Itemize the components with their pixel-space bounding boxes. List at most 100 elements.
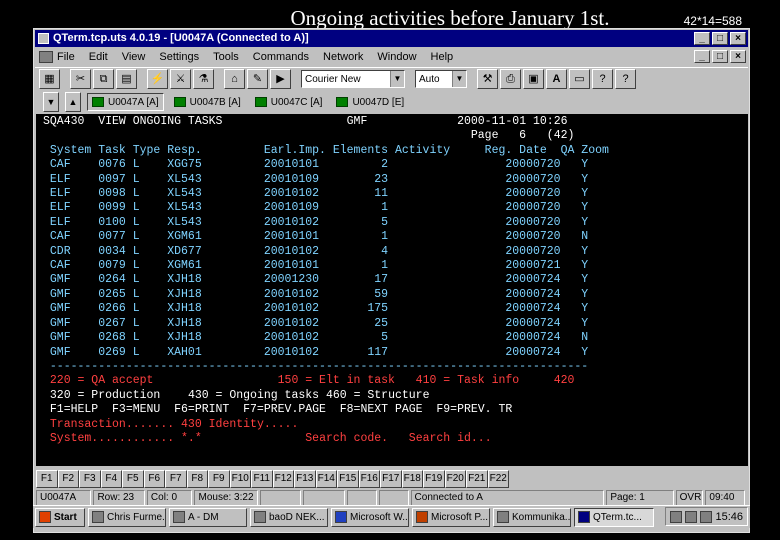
fkey-f20[interactable]: F20 bbox=[444, 470, 466, 488]
child-close-button[interactable]: × bbox=[730, 50, 746, 63]
fkey-f18[interactable]: F18 bbox=[401, 470, 423, 488]
terminal-line: ELF 0100 L XL543 20010102 5 20000720 Y bbox=[43, 216, 748, 230]
window-titlebar[interactable]: QTerm.tcp.uts 4.0.19 - [U0047A (Connecte… bbox=[35, 30, 748, 47]
terminal-line: ELF 0098 L XL543 20010102 11 20000720 Y bbox=[43, 187, 748, 201]
menu-file[interactable]: File bbox=[57, 51, 75, 63]
identity-label: Identity..... bbox=[208, 417, 299, 431]
menu-network[interactable]: Network bbox=[323, 51, 363, 63]
menu-view[interactable]: View bbox=[122, 51, 146, 63]
paste-icon[interactable]: ▤ bbox=[116, 69, 137, 89]
fkey-f17[interactable]: F17 bbox=[380, 470, 402, 488]
font-icon[interactable]: A bbox=[546, 69, 567, 89]
fkey-f14[interactable]: F14 bbox=[315, 470, 337, 488]
fkey-f3[interactable]: F3 bbox=[79, 470, 101, 488]
taskbar-item[interactable]: Microsoft W... bbox=[331, 507, 409, 527]
keyboard-icon[interactable]: ▭ bbox=[569, 69, 590, 89]
close-button[interactable]: × bbox=[730, 32, 746, 45]
terminal-line: CAF 0079 L XGM61 20010101 1 20000721 Y bbox=[43, 259, 748, 273]
fkey-f11[interactable]: F11 bbox=[251, 470, 273, 488]
chevron-down-icon[interactable]: ▼ bbox=[390, 71, 404, 87]
document-icon[interactable] bbox=[39, 51, 53, 63]
session-tab-a[interactable]: U0047A [A] bbox=[87, 93, 164, 111]
menu-settings[interactable]: Settings bbox=[159, 51, 199, 63]
save-icon[interactable]: ▣ bbox=[523, 69, 544, 89]
tools-icon[interactable]: ⚒ bbox=[477, 69, 498, 89]
table-row: ELF 0099 L XL543 20010109 1 20000720 Y bbox=[43, 201, 589, 215]
tray-icon[interactable] bbox=[670, 510, 683, 523]
fkey-f8[interactable]: F8 bbox=[186, 470, 208, 488]
session-label: U0047A [A] bbox=[108, 96, 159, 108]
terminal-line: SQA430 VIEW ONGOING TASKS GMF 2000-11-01… bbox=[43, 115, 748, 129]
child-restore-button[interactable]: □ bbox=[712, 50, 728, 63]
fkey-f10[interactable]: F10 bbox=[229, 470, 251, 488]
fkey-f6[interactable]: F6 bbox=[143, 470, 165, 488]
size-select-value: Auto bbox=[419, 73, 440, 85]
taskbar-item[interactable]: Microsoft P... bbox=[412, 507, 490, 527]
menu-tools[interactable]: Tools bbox=[213, 51, 239, 63]
fkey-f12[interactable]: F12 bbox=[272, 470, 294, 488]
terminal-icon bbox=[578, 511, 590, 523]
fkey-f2[interactable]: F2 bbox=[57, 470, 79, 488]
maximize-button[interactable]: □ bbox=[712, 32, 728, 45]
table-row: GMF 0264 L XJH18 20001230 17 20000724 Y bbox=[43, 273, 589, 287]
fkey-f16[interactable]: F16 bbox=[358, 470, 380, 488]
menu-help[interactable]: Help bbox=[431, 51, 454, 63]
menu-edit[interactable]: Edit bbox=[89, 51, 108, 63]
taskbar-item[interactable]: baoD NEK... bbox=[250, 507, 328, 527]
fkey-f19[interactable]: F19 bbox=[423, 470, 445, 488]
host-icon[interactable]: ⌂ bbox=[224, 69, 245, 89]
function-key-bar: F1 F2 F3 F4 F5 F6 F7 F8 F9 F10 F11 F12 F13 F14 F15 F16 F… bbox=[36, 470, 509, 488]
connect-icon[interactable]: ⚡ bbox=[147, 69, 168, 89]
session-tab-c[interactable]: U0047C [A] bbox=[251, 93, 327, 111]
help-icon[interactable]: ? bbox=[592, 69, 613, 89]
arrow-down-icon[interactable]: ▼ bbox=[43, 92, 59, 112]
fkey-f13[interactable]: F13 bbox=[294, 470, 316, 488]
fkey-f15[interactable]: F15 bbox=[337, 470, 359, 488]
minimize-button[interactable]: _ bbox=[694, 32, 710, 45]
copy-icon[interactable]: ⧉ bbox=[93, 69, 114, 89]
edit-icon[interactable]: ✎ bbox=[247, 69, 268, 89]
divider: ----------------------------------------… bbox=[43, 359, 589, 373]
size-select[interactable]: Auto ▼ bbox=[415, 70, 467, 88]
font-select-value: Courier New bbox=[305, 73, 361, 85]
font-select[interactable]: Courier New ▼ bbox=[301, 70, 405, 88]
arrow-up-icon[interactable]: ▲ bbox=[65, 92, 81, 112]
session-label: U0047D [E] bbox=[352, 96, 405, 108]
taskbar-item[interactable]: A - DM bbox=[169, 507, 247, 527]
print-icon[interactable]: ⎙ bbox=[500, 69, 521, 89]
taskbar-item[interactable]: Kommunika... bbox=[493, 507, 571, 527]
fkey-f7[interactable]: F7 bbox=[165, 470, 187, 488]
child-minimize-button[interactable]: _ bbox=[694, 50, 710, 63]
session-tab-b[interactable]: U0047B [A] bbox=[170, 93, 245, 111]
menu-window[interactable]: Window bbox=[377, 51, 416, 63]
fkey-f4[interactable]: F4 bbox=[100, 470, 122, 488]
terminal-screen[interactable]: SQA430 VIEW ONGOING TASKS GMF 2000-11-01… bbox=[36, 114, 748, 466]
filter-icon[interactable]: ⚗ bbox=[193, 69, 214, 89]
app-icon bbox=[173, 511, 185, 523]
context-help-icon[interactable]: ? bbox=[615, 69, 636, 89]
fkey-f5[interactable]: F5 bbox=[122, 470, 144, 488]
fkey-f22[interactable]: F22 bbox=[487, 470, 509, 488]
start-button[interactable]: Start bbox=[35, 507, 85, 527]
chevron-down-icon[interactable]: ▼ bbox=[452, 71, 466, 87]
fkey-f21[interactable]: F21 bbox=[466, 470, 488, 488]
app-icon[interactable] bbox=[38, 33, 49, 44]
fkey-f9[interactable]: F9 bbox=[208, 470, 230, 488]
taskbar-item-active[interactable]: QTerm.tc... bbox=[574, 507, 654, 527]
play-icon[interactable]: ▶ bbox=[270, 69, 291, 89]
slide-note: 42*14=588 bbox=[683, 14, 742, 28]
tray-icon[interactable] bbox=[700, 510, 713, 523]
cmd-task-info: 410 = Task info bbox=[415, 374, 554, 388]
screen-icon[interactable]: ▦ bbox=[39, 69, 60, 89]
cut-icon[interactable]: ✂ bbox=[70, 69, 91, 89]
transaction-field: 430 bbox=[181, 417, 209, 431]
disconnect-icon[interactable]: ⚔ bbox=[170, 69, 191, 89]
terminal-line: 320 = Production 430 = Ongoing tasks 460… bbox=[43, 389, 748, 403]
start-label: Start bbox=[54, 511, 77, 523]
cmd-420: 420 bbox=[553, 374, 575, 388]
tray-icon[interactable] bbox=[685, 510, 698, 523]
session-tab-d[interactable]: U0047D [E] bbox=[332, 93, 408, 111]
fkey-f1[interactable]: F1 bbox=[36, 470, 58, 488]
menu-commands[interactable]: Commands bbox=[253, 51, 309, 63]
taskbar-item[interactable]: Chris Furme... bbox=[88, 507, 166, 527]
